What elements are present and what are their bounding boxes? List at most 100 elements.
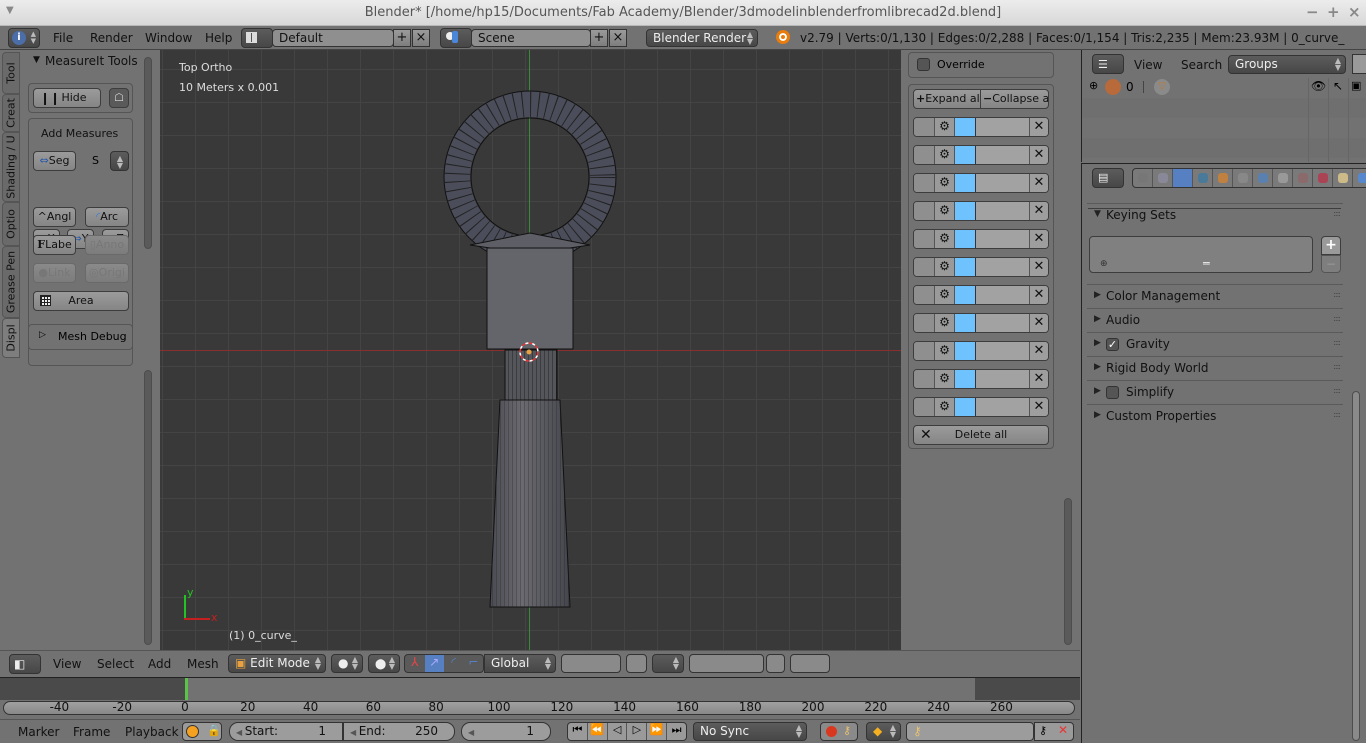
mode-dropdown[interactable]: ▣ Edit Mode ▲ ▼ <box>228 654 326 673</box>
timeline-scrollbar[interactable] <box>3 701 1075 715</box>
delete-measure-icon[interactable]: ✕ <box>1029 286 1048 304</box>
color-swatch[interactable] <box>955 146 976 164</box>
select-mode-buttons[interactable] <box>561 654 621 673</box>
editor-type-selector[interactable]: i ▲ ▼ <box>8 28 40 48</box>
measure-row[interactable]: ⚙ ✕ <box>913 341 1049 361</box>
drag-handle-icon[interactable]: :::: <box>1333 338 1341 347</box>
outliner-menu-search[interactable]: Search <box>1181 58 1222 72</box>
keying-sets-list[interactable]: ⊕ ═ <box>1089 236 1313 273</box>
area-button[interactable]: Area <box>33 291 129 311</box>
outliner-search-button[interactable] <box>1352 54 1366 74</box>
3d-viewport[interactable]: Top Ortho 10 Meters x 0.001 y x (1) 0_cu… <box>160 50 901 650</box>
delete-measure-icon[interactable]: ✕ <box>1029 370 1048 388</box>
link-button[interactable]: ●Link <box>33 263 76 283</box>
jump-start-icon[interactable]: ⏮ <box>568 723 588 740</box>
visibility-toggle[interactable] <box>914 258 935 276</box>
tab-modifiers-icon[interactable] <box>1253 169 1273 187</box>
current-frame-indicator[interactable] <box>185 678 188 700</box>
render-engine-dropdown[interactable]: Blender Render ▲ ▼ <box>646 29 758 47</box>
override-checkbox[interactable] <box>917 58 930 71</box>
origin-button[interactable]: ◎Origi <box>85 263 129 283</box>
screen-layout-field[interactable]: Default <box>272 29 394 47</box>
panel-color-management[interactable]: ▶ Color Management:::: <box>1087 284 1343 308</box>
panel-rigid-body-world[interactable]: ▶ Rigid Body World:::: <box>1087 356 1343 380</box>
menu-render[interactable]: Render <box>90 31 133 45</box>
drag-handle-icon[interactable]: :::: <box>1333 290 1341 299</box>
tab-create[interactable]: Creat <box>2 94 20 132</box>
tab-tool[interactable]: Tool <box>2 52 20 94</box>
panel-simplify[interactable]: ▶ Simplify:::: <box>1087 380 1343 404</box>
remove-keying-set-button[interactable]: − <box>1321 255 1341 273</box>
measure-row[interactable]: ⚙ ✕ <box>913 285 1049 305</box>
tool-shelf-scrollbar[interactable] <box>144 370 152 645</box>
jump-end-icon[interactable]: ⏭ <box>667 723 686 740</box>
visibility-toggle[interactable] <box>914 342 935 360</box>
tab-constraints-icon[interactable] <box>1233 169 1253 187</box>
tab-render-layers-icon[interactable] <box>1153 169 1173 187</box>
segment-style-dropdown[interactable]: ▲ ▼ <box>110 151 129 171</box>
measure-row[interactable]: ⚙ ✕ <box>913 201 1049 221</box>
gear-icon[interactable]: ⚙ <box>935 342 955 360</box>
menu-add[interactable]: Add <box>148 657 171 671</box>
tab-options[interactable]: Optio <box>2 202 20 246</box>
pivot-point-dropdown[interactable]: ⬤ ▲ ▼ <box>368 654 400 673</box>
manipulator-toggle-icon[interactable]: ⅄ <box>405 655 425 672</box>
delete-measure-icon[interactable]: ✕ <box>1029 174 1048 192</box>
drag-handle-icon[interactable]: :::: <box>1333 386 1341 395</box>
snap-buttons[interactable] <box>689 654 764 673</box>
mesh-object[interactable] <box>160 50 901 650</box>
visibility-toggle[interactable] <box>914 398 935 416</box>
visibility-toggle[interactable] <box>914 118 935 136</box>
visibility-toggle[interactable] <box>914 370 935 388</box>
tab-scene-icon[interactable] <box>1173 169 1193 187</box>
annotation-button[interactable]: ▯Anno <box>85 235 129 255</box>
outliner-menu-view[interactable]: View <box>1134 58 1162 72</box>
scale-icon[interactable]: ⌐ <box>464 655 484 672</box>
measure-row[interactable]: ⚙ ✕ <box>913 117 1049 137</box>
add-screen-button[interactable]: + <box>393 29 411 47</box>
gear-icon[interactable]: ⚙ <box>935 286 955 304</box>
preview-range-icon[interactable] <box>186 725 199 738</box>
maximize-button[interactable]: + <box>1327 3 1340 21</box>
measure-row[interactable]: ⚙ ✕ <box>913 313 1049 333</box>
panel-custom-properties[interactable]: ▶ Custom Properties:::: <box>1087 404 1343 428</box>
uv-mirror-button[interactable] <box>766 654 785 673</box>
segment-button[interactable]: ⇔Seg <box>33 151 76 171</box>
tab-display[interactable]: Displ <box>2 318 20 358</box>
color-swatch[interactable] <box>955 202 976 220</box>
label-button[interactable]: FLabe <box>33 235 76 255</box>
remove-screen-button[interactable]: × <box>412 29 430 47</box>
ghost-toggle-button[interactable]: ☖ <box>109 88 129 108</box>
delete-measure-icon[interactable]: ✕ <box>1029 230 1048 248</box>
gear-icon[interactable]: ⚙ <box>935 118 955 136</box>
menu-select[interactable]: Select <box>97 657 134 671</box>
tab-particles-icon[interactable] <box>1333 169 1353 187</box>
start-frame-field[interactable]: ◀ Start: 1 <box>229 722 343 741</box>
measure-row[interactable]: ⚙ ✕ <box>913 145 1049 165</box>
end-frame-field[interactable]: ◀ End: 250 <box>343 722 455 741</box>
gear-icon[interactable]: ⚙ <box>935 174 955 192</box>
tab-grease-pencil[interactable]: Grease Pen <box>2 246 20 318</box>
expand-all-button[interactable]: +Expand al <box>913 89 981 109</box>
outliner-row[interactable]: ⊕ 0 ▽ 👁 ↖ ▣ <box>1082 78 1366 98</box>
menu-marker[interactable]: Marker <box>18 725 59 739</box>
color-swatch[interactable] <box>955 230 976 248</box>
drag-handle-icon[interactable]: :::: <box>1333 362 1341 371</box>
measureit-scrollbar[interactable] <box>1064 498 1072 645</box>
gear-icon[interactable]: ⚙ <box>935 398 955 416</box>
menu-playback[interactable]: Playback <box>125 725 179 739</box>
mesh-debug-panel[interactable]: ▷ Mesh Debug <box>28 324 133 350</box>
panel-title-measureit[interactable]: MeasureIt Tools <box>45 54 138 68</box>
color-swatch[interactable] <box>955 314 976 332</box>
selectable-cursor-icon[interactable]: ↖ <box>1333 79 1343 93</box>
screen-layout-icon-selector[interactable] <box>241 28 273 48</box>
gear-icon[interactable]: ⚙ <box>935 258 955 276</box>
gear-icon[interactable]: ⚙ <box>935 202 955 220</box>
hide-button[interactable]: ❙❙ Hide <box>33 88 101 108</box>
tab-render-icon[interactable] <box>1133 169 1153 187</box>
visibility-toggle[interactable] <box>914 314 935 332</box>
tab-world-icon[interactable] <box>1193 169 1213 187</box>
jump-keyframe-forward-icon[interactable]: ⏩ <box>647 723 668 740</box>
viewport-shading-dropdown[interactable]: ● ▲ ▼ <box>331 654 363 673</box>
sync-mode-dropdown[interactable]: No Sync ▲ ▼ <box>693 722 807 741</box>
